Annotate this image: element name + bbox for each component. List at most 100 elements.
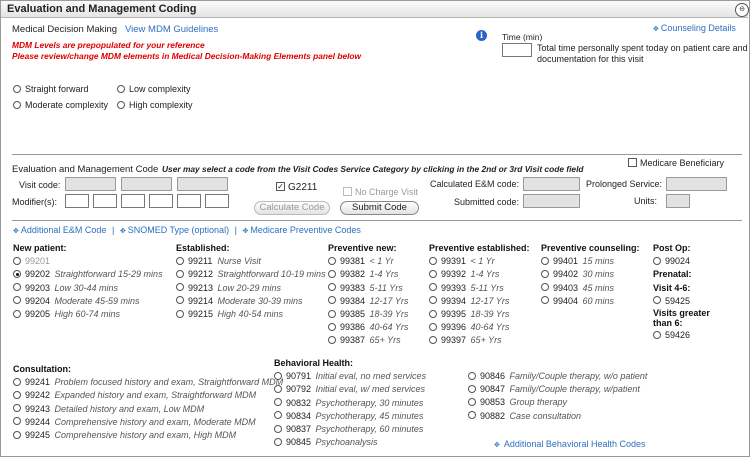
radio-icon[interactable] [429,335,437,344]
radio-icon[interactable] [429,270,437,278]
radio-selected-icon[interactable] [13,270,21,278]
radio-icon[interactable] [176,270,184,278]
radio-icon[interactable] [274,411,282,420]
mdm-option-straightforward[interactable]: Straight forward [13,84,89,94]
radio-icon[interactable] [274,371,282,380]
visit-code-input-2[interactable] [121,177,172,191]
code-option-99402[interactable]: 99402 30 mins [541,268,640,281]
radio-icon[interactable] [468,371,476,380]
radio-icon[interactable] [274,437,282,446]
code-option-90791[interactable]: 90791 Initial eval, no med services [274,370,426,383]
code-option-99204[interactable]: 99204 Moderate 45-59 mins [13,295,163,308]
radio-icon[interactable] [13,417,21,426]
counseling-details-link[interactable]: ✥ Counseling Details [653,23,736,33]
visit-code-input-3[interactable] [177,177,228,191]
code-option-90846[interactable]: 90846 Family/Couple therapy, w/o patient [468,370,647,383]
code-option-99243[interactable]: 99243 Detailed history and exam, Low MDM [13,403,283,416]
radio-icon[interactable] [13,100,21,109]
radio-icon[interactable] [176,256,184,265]
code-option-99397[interactable]: 99397 65+ Yrs [429,334,530,347]
code-option-99203[interactable]: 99203 Low 30-44 mins [13,282,163,295]
code-option-90853[interactable]: 90853 Group therapy [468,396,647,409]
code-option-90834[interactable]: 90834 Psychotherapy, 45 minutes [274,410,426,423]
code-option-99392[interactable]: 99392 1-4 Yrs [429,268,530,281]
radio-icon[interactable] [13,430,21,439]
radio-icon[interactable] [13,256,21,265]
radio-icon[interactable] [176,309,184,318]
code-option-59426[interactable]: 59426 [653,329,710,342]
collapse-icon[interactable]: ⊖ [735,3,749,17]
code-option-99212[interactable]: 99212 Straightforward 10-19 mins [176,268,326,281]
mdm-option-high[interactable]: High complexity [117,100,193,110]
additional-behavioral-link[interactable]: ✥ Additional Behavioral Health Codes [494,439,645,449]
radio-icon[interactable] [429,283,437,292]
code-option-99201[interactable]: 99201 [13,255,163,268]
radio-icon[interactable] [468,411,476,420]
submit-code-button[interactable]: Submit Code [340,201,419,215]
radio-icon[interactable] [328,309,336,318]
radio-icon[interactable] [13,404,21,413]
radio-icon[interactable] [176,296,184,305]
code-option-99213[interactable]: 99213 Low 20-29 mins [176,282,326,295]
mdm-guidelines-link[interactable]: View MDM Guidelines [125,24,218,35]
radio-icon[interactable] [653,256,661,265]
radio-icon[interactable] [328,283,336,292]
prolonged-service-field[interactable] [666,177,727,191]
radio-icon[interactable] [429,309,437,318]
code-option-99401[interactable]: 99401 15 mins [541,255,640,268]
units-field[interactable] [666,194,690,208]
radio-icon[interactable] [13,391,21,399]
radio-icon[interactable] [13,84,21,93]
checkbox-icon[interactable] [628,158,637,168]
code-option-99391[interactable]: 99391 < 1 Yr [429,255,530,268]
radio-icon[interactable] [13,377,21,386]
radio-icon[interactable] [328,322,336,331]
code-option-99385[interactable]: 99385 18-39 Yrs [328,308,408,321]
code-option-99245[interactable]: 99245 Comprehensive history and exam, Hi… [13,429,283,442]
radio-icon[interactable] [541,296,549,305]
time-input[interactable] [502,43,532,57]
code-option-99394[interactable]: 99394 12-17 Yrs [429,295,530,308]
modifier-input-1[interactable] [65,194,89,208]
radio-icon[interactable] [328,256,336,265]
code-option-90845[interactable]: 90845 Psychoanalysis [274,436,426,449]
modifier-input-3[interactable] [121,194,145,208]
radio-icon[interactable] [429,256,437,265]
modifier-input-6[interactable] [205,194,229,208]
no-charge-checkbox[interactable]: No Charge Visit [343,187,418,197]
code-option-99205[interactable]: 99205 High 60-74 mins [13,308,163,321]
radio-icon[interactable] [117,84,125,93]
code-option-99384[interactable]: 99384 12-17 Yrs [328,295,408,308]
code-option-99214[interactable]: 99214 Moderate 30-39 mins [176,295,326,308]
code-option-99381[interactable]: 99381 < 1 Yr [328,255,408,268]
radio-icon[interactable] [429,296,437,305]
code-option-99395[interactable]: 99395 18-39 Yrs [429,308,530,321]
code-option-99211[interactable]: 99211 Nurse Visit [176,255,326,268]
code-option-99383[interactable]: 99383 5-11 Yrs [328,282,408,295]
radio-icon[interactable] [13,309,21,318]
modifier-input-2[interactable] [93,194,117,208]
radio-icon[interactable] [274,385,282,393]
radio-icon[interactable] [429,322,437,331]
g2211-checkbox[interactable]: ✓ G2211 [276,181,317,193]
code-option-99215[interactable]: 99215 High 40-54 mins [176,308,326,321]
radio-icon[interactable] [468,398,476,406]
code-option-99387[interactable]: 99387 65+ Yrs [328,334,408,347]
snomed-type-link[interactable]: ✥ SNOMED Type (optional) [120,225,229,235]
checkmark-icon[interactable]: ✓ [276,181,285,191]
calculate-code-button[interactable]: Calculate Code [254,201,330,215]
code-option-99404[interactable]: 99404 60 mins [541,295,640,308]
radio-icon[interactable] [541,283,549,292]
radio-icon[interactable] [541,270,549,278]
radio-icon[interactable] [176,283,184,292]
radio-icon[interactable] [13,283,21,292]
modifier-input-5[interactable] [177,194,201,208]
radio-icon[interactable] [328,296,336,305]
radio-icon[interactable] [328,270,336,278]
code-option-99024[interactable]: 99024 [653,255,710,268]
code-option-90847[interactable]: 90847 Family/Couple therapy, w/patient [468,383,647,396]
info-icon[interactable]: i [476,30,487,41]
code-option-99386[interactable]: 99386 40-64 Yrs [328,321,408,334]
radio-icon[interactable] [274,424,282,433]
radio-icon[interactable] [541,256,549,265]
